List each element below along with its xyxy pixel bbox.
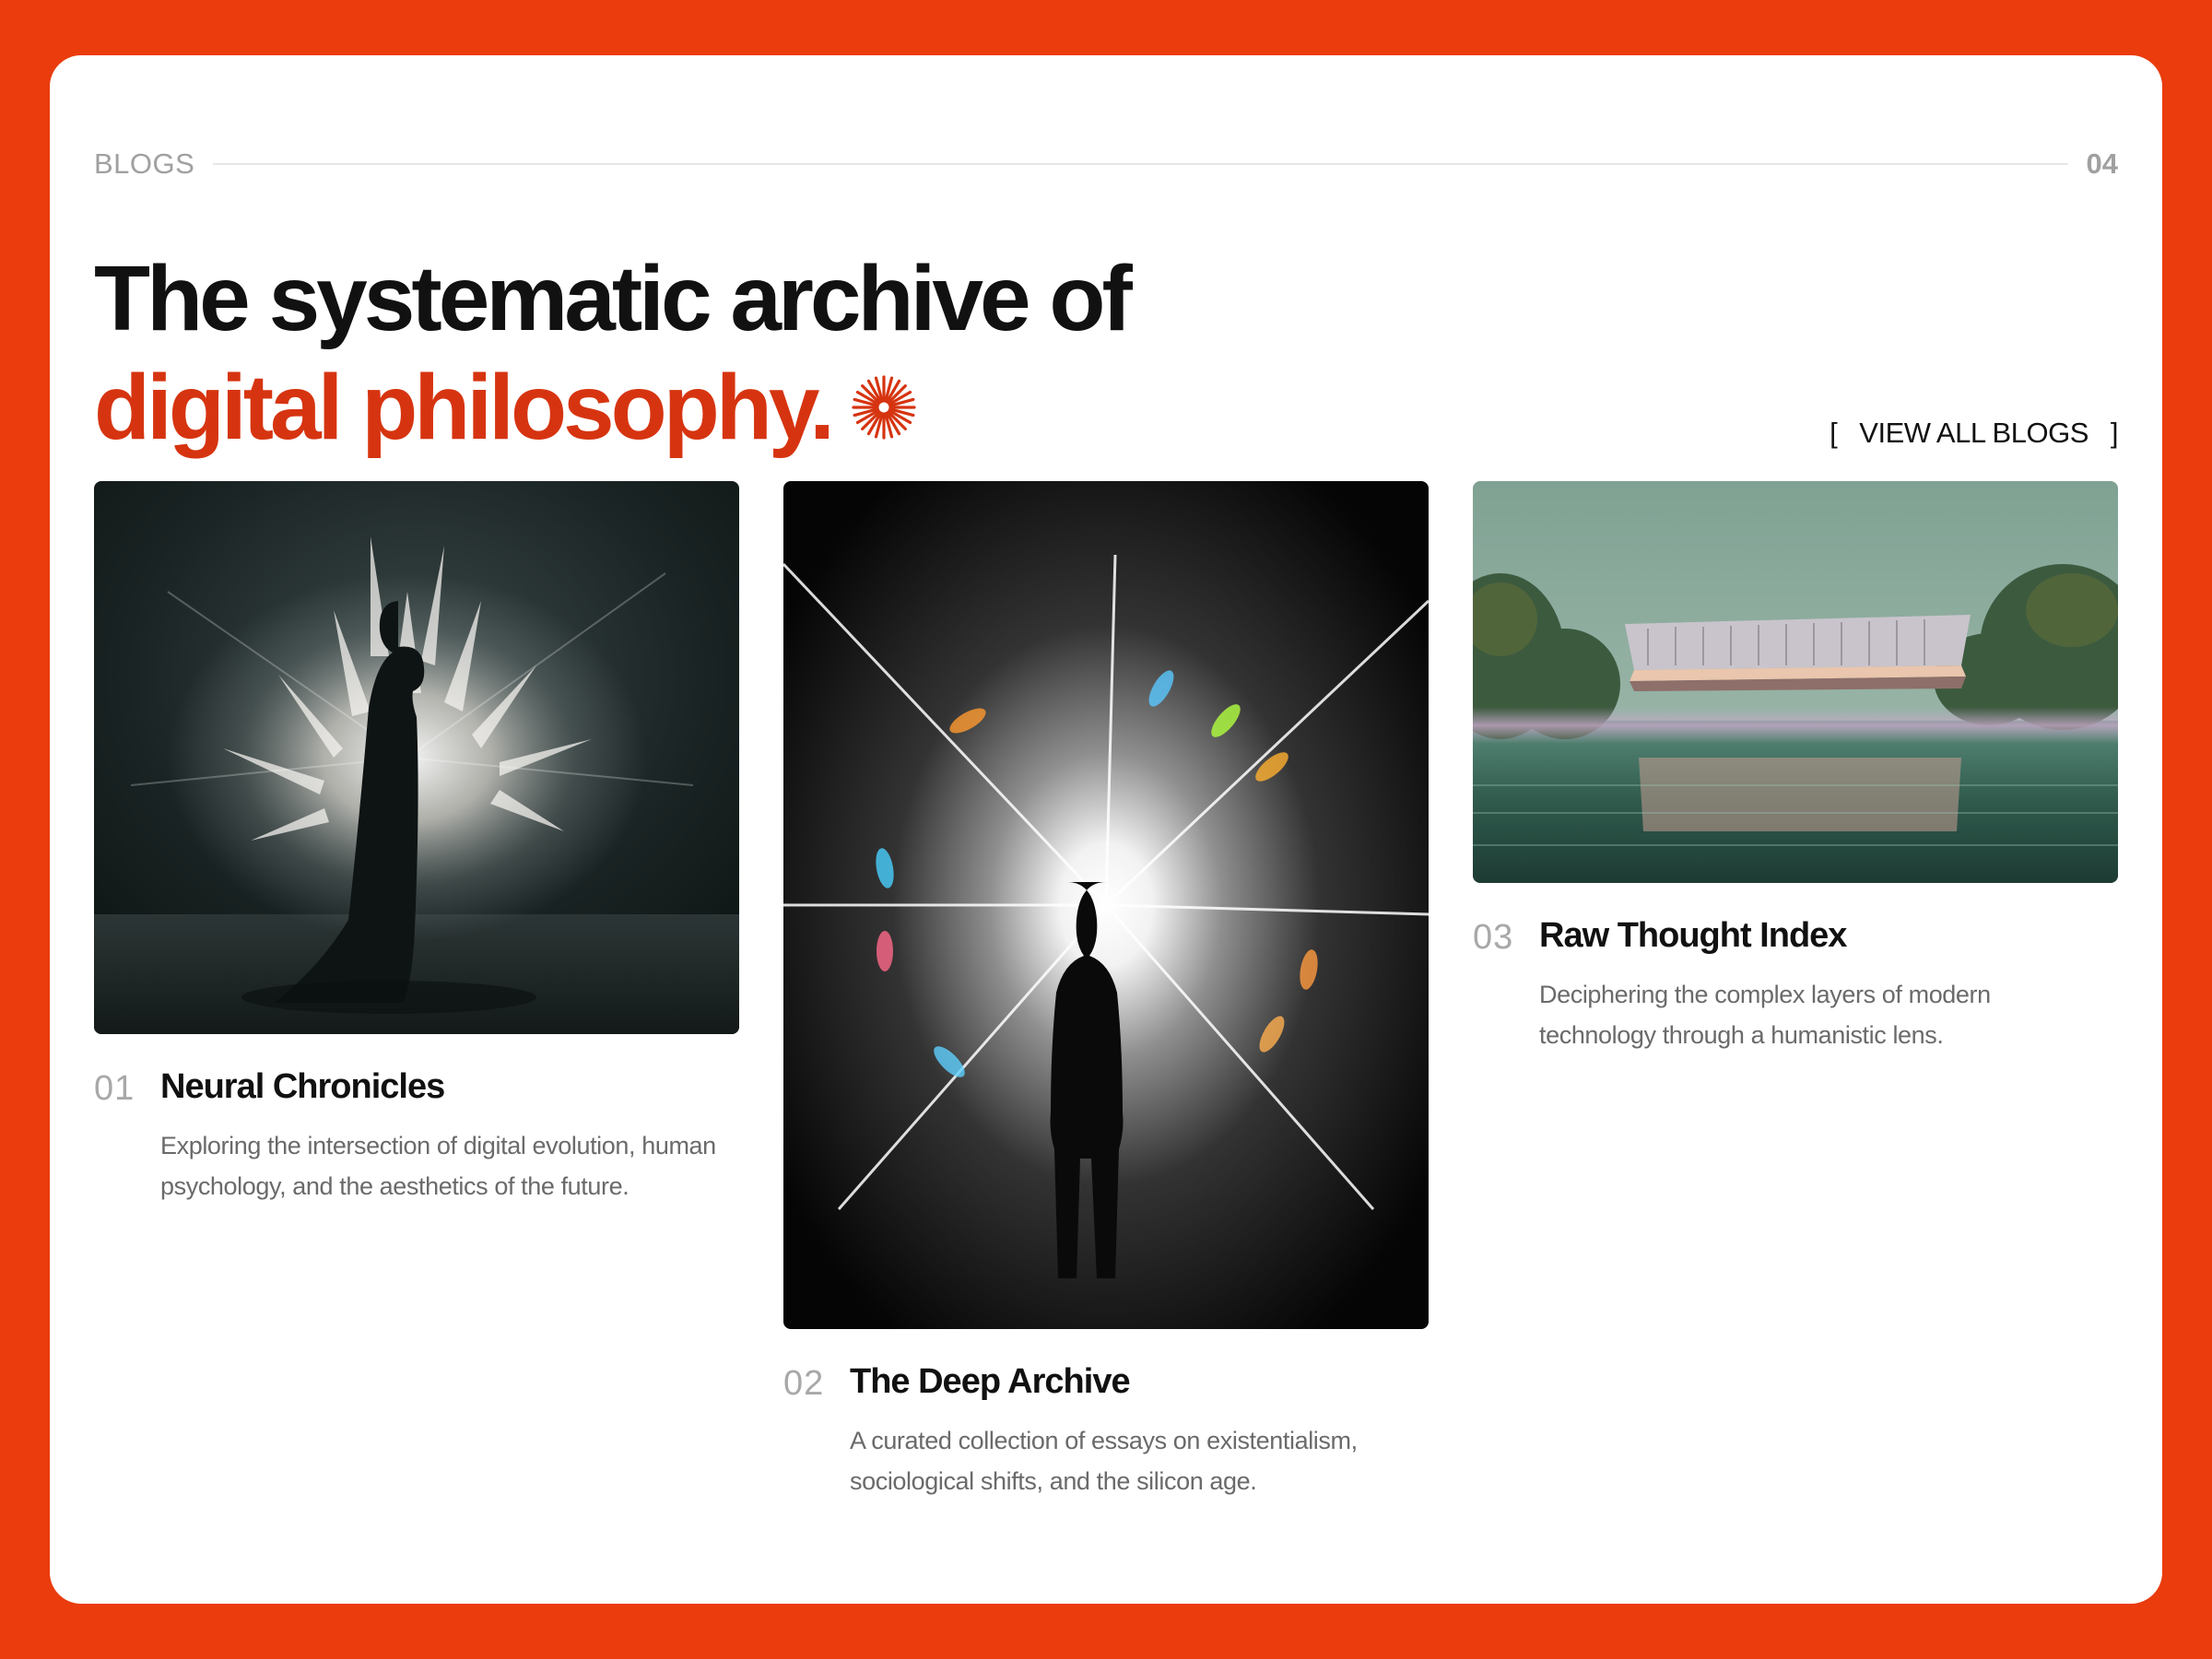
section-header: BLOGS 04: [94, 146, 2118, 182]
post-title[interactable]: Neural Chronicles: [160, 1067, 445, 1109]
view-all-blogs-label: VIEW ALL BLOGS: [1859, 417, 2088, 449]
blog-post-card[interactable]: 01 Neural Chronicles Exploring the inter…: [94, 481, 739, 1206]
post-number: 03: [1473, 918, 1514, 957]
headline-line-1: The systematic archive of: [94, 247, 1133, 350]
blog-post-card[interactable]: 03 Raw Thought Index Deciphering the com…: [1473, 481, 2118, 1055]
post-description: A curated collection of essays on existe…: [850, 1427, 1358, 1495]
post-meta: 03 Raw Thought Index: [1473, 916, 2118, 958]
header-divider: [213, 163, 2068, 165]
post-number: 01: [94, 1069, 135, 1108]
post-number: 02: [783, 1364, 825, 1403]
bracket-close: ]: [2110, 417, 2119, 449]
post-description: Exploring the intersection of digital ev…: [160, 1132, 716, 1200]
headline-line-2: digital philosophy.: [94, 356, 835, 459]
blog-post-card[interactable]: 02 The Deep Archive A curated collection…: [783, 481, 1429, 1501]
section-label: BLOGS: [94, 147, 195, 180]
page-title: The systematic archive of digital philos…: [94, 244, 1133, 462]
post-image-crystal-figure[interactable]: [94, 481, 739, 1034]
bracket-open: [: [1830, 417, 1838, 449]
page-number: 04: [2086, 147, 2118, 180]
post-image-floating-building[interactable]: [1473, 481, 2118, 883]
post-title[interactable]: Raw Thought Index: [1539, 916, 1847, 958]
post-image-light-silhouette[interactable]: [783, 481, 1429, 1329]
post-meta: 02 The Deep Archive: [783, 1362, 1429, 1404]
post-description: Deciphering the complex layers of modern…: [1539, 981, 1991, 1049]
view-all-blogs-link[interactable]: [ VIEW ALL BLOGS ]: [1830, 417, 2118, 450]
blog-section-card: BLOGS 04 The systematic archive of digit…: [50, 55, 2162, 1604]
headline-line-2-wrap: digital philosophy.: [94, 353, 916, 462]
starburst-icon: [852, 375, 916, 440]
post-meta: 01 Neural Chronicles: [94, 1067, 739, 1109]
post-title[interactable]: The Deep Archive: [850, 1362, 1131, 1404]
